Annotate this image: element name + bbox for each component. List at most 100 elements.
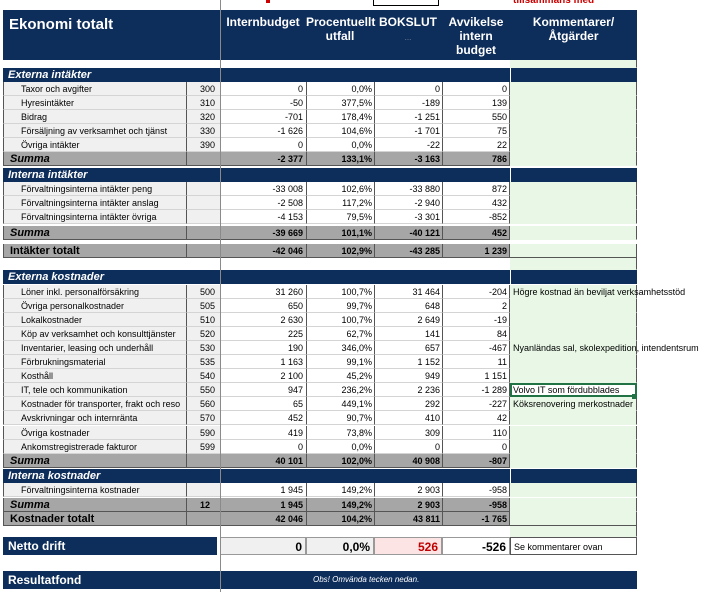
- internbudget-cell[interactable]: 452: [220, 411, 306, 426]
- bokslut-cell[interactable]: -3 301: [374, 210, 442, 224]
- avvikelse-cell[interactable]: 75: [442, 124, 510, 138]
- bokslut-cell[interactable]: 648: [374, 299, 442, 314]
- netto-bokslut[interactable]: 526: [374, 537, 442, 555]
- comment-cell[interactable]: [510, 498, 637, 512]
- code-cell[interactable]: 320: [186, 110, 220, 124]
- bokslut-cell[interactable]: 0: [374, 439, 442, 454]
- internbudget-cell[interactable]: 190: [220, 341, 306, 356]
- procent-cell[interactable]: 149,2%: [306, 498, 374, 512]
- bokslut-cell[interactable]: 949: [374, 369, 442, 384]
- comment-cell[interactable]: [510, 210, 637, 224]
- internbudget-cell[interactable]: 419: [220, 425, 306, 440]
- procent-cell[interactable]: 99,7%: [306, 299, 374, 314]
- bokslut-cell[interactable]: 2 236: [374, 383, 442, 398]
- code-cell[interactable]: 550: [186, 383, 220, 398]
- bokslut-cell[interactable]: 2 903: [374, 498, 442, 512]
- comment-cell[interactable]: [510, 483, 637, 497]
- internbudget-cell[interactable]: 0: [220, 439, 306, 454]
- bokslut-cell[interactable]: -40 121: [374, 226, 442, 240]
- comment-cell[interactable]: [510, 411, 637, 426]
- bokslut-cell[interactable]: 141: [374, 327, 442, 342]
- code-cell[interactable]: [186, 210, 220, 224]
- bokslut-cell[interactable]: -2 940: [374, 196, 442, 210]
- code-cell[interactable]: 590: [186, 425, 220, 440]
- bokslut-cell[interactable]: 657: [374, 341, 442, 356]
- col-bokslut[interactable]: BOKSLUT ...: [374, 15, 442, 45]
- avvikelse-cell[interactable]: 0: [442, 439, 510, 454]
- code-cell[interactable]: 599: [186, 439, 220, 454]
- bokslut-cell[interactable]: 309: [374, 425, 442, 440]
- comment-cell[interactable]: [510, 124, 637, 138]
- comment-cell[interactable]: [510, 327, 637, 342]
- comment-cell[interactable]: [510, 60, 637, 68]
- code-cell[interactable]: 505: [186, 299, 220, 314]
- procent-cell[interactable]: 0,0%: [306, 82, 374, 96]
- internbudget-cell[interactable]: 225: [220, 327, 306, 342]
- avvikelse-cell[interactable]: 1 239: [442, 244, 510, 258]
- col-kommentarer[interactable]: Kommentarer/Åtgärder: [510, 15, 637, 43]
- bokslut-cell[interactable]: 2 903: [374, 483, 442, 497]
- code-cell[interactable]: 570: [186, 411, 220, 426]
- procent-cell[interactable]: 73,8%: [306, 425, 374, 440]
- internbudget-cell[interactable]: 42 046: [220, 512, 306, 526]
- bokslut-cell[interactable]: -3 163: [374, 152, 442, 166]
- bokslut-cell[interactable]: -22: [374, 138, 442, 152]
- code-cell[interactable]: [186, 182, 220, 196]
- bokslut-cell[interactable]: 40 908: [374, 454, 442, 468]
- internbudget-cell[interactable]: 31 260: [220, 285, 306, 299]
- col-internbudget[interactable]: Internbudget: [220, 15, 306, 29]
- comment-cell[interactable]: Nyanländas sal, skolexpedition, intenden…: [510, 341, 699, 356]
- comment-cell[interactable]: [510, 369, 637, 384]
- procent-cell[interactable]: 102,0%: [306, 454, 374, 468]
- code-cell[interactable]: 390: [186, 138, 220, 152]
- avvikelse-cell[interactable]: 11: [442, 355, 510, 370]
- internbudget-cell[interactable]: 1 945: [220, 498, 306, 512]
- comment-cell[interactable]: [510, 152, 637, 166]
- netto-comment[interactable]: Se kommentarer ovan: [510, 537, 637, 555]
- comment-cell[interactable]: [510, 299, 637, 314]
- internbudget-cell[interactable]: -4 153: [220, 210, 306, 224]
- bokslut-cell[interactable]: -43 285: [374, 244, 442, 258]
- comment-cell[interactable]: [510, 226, 637, 240]
- code-cell[interactable]: [186, 196, 220, 210]
- avvikelse-cell[interactable]: 432: [442, 196, 510, 210]
- procent-cell[interactable]: 449,1%: [306, 397, 374, 412]
- comment-cell[interactable]: [510, 110, 637, 124]
- procent-cell[interactable]: 133,1%: [306, 152, 374, 166]
- avvikelse-cell[interactable]: -19: [442, 313, 510, 328]
- avvikelse-cell[interactable]: 84: [442, 327, 510, 342]
- avvikelse-cell[interactable]: 452: [442, 226, 510, 240]
- internbudget-cell[interactable]: -2 377: [220, 152, 306, 166]
- code-cell[interactable]: [186, 226, 220, 240]
- avvikelse-cell[interactable]: 22: [442, 138, 510, 152]
- avvikelse-cell[interactable]: 1 151: [442, 369, 510, 384]
- bokslut-cell[interactable]: 2 649: [374, 313, 442, 328]
- bokslut-cell[interactable]: -1 701: [374, 124, 442, 138]
- internbudget-cell[interactable]: 40 101: [220, 454, 306, 468]
- avvikelse-cell[interactable]: 110: [442, 425, 510, 440]
- comment-cell[interactable]: [510, 425, 637, 440]
- avvikelse-cell[interactable]: 0: [442, 82, 510, 96]
- code-cell[interactable]: 300: [186, 82, 220, 96]
- comment-cell[interactable]: [510, 526, 637, 537]
- procent-cell[interactable]: 178,4%: [306, 110, 374, 124]
- internbudget-cell[interactable]: 0: [220, 138, 306, 152]
- col-procentuellt-utfall[interactable]: Procentuellt utfall: [306, 15, 375, 43]
- internbudget-cell[interactable]: 0: [220, 82, 306, 96]
- code-cell[interactable]: [186, 512, 220, 526]
- avvikelse-cell[interactable]: -958: [442, 483, 510, 497]
- comment-cell[interactable]: [510, 196, 637, 210]
- code-cell[interactable]: 500: [186, 285, 220, 299]
- avvikelse-cell[interactable]: -227: [442, 397, 510, 412]
- procent-cell[interactable]: 99,1%: [306, 355, 374, 370]
- comment-cell[interactable]: [510, 512, 637, 526]
- netto-internbudget[interactable]: 0: [220, 537, 306, 555]
- code-cell[interactable]: 330: [186, 124, 220, 138]
- internbudget-cell[interactable]: -50: [220, 96, 306, 110]
- comment-cell[interactable]: [510, 313, 637, 328]
- comment-cell[interactable]: [510, 138, 637, 152]
- procent-cell[interactable]: 102,9%: [306, 244, 374, 258]
- bokslut-cell[interactable]: -189: [374, 96, 442, 110]
- avvikelse-cell[interactable]: -1 765: [442, 512, 510, 526]
- procent-cell[interactable]: 100,7%: [306, 285, 374, 299]
